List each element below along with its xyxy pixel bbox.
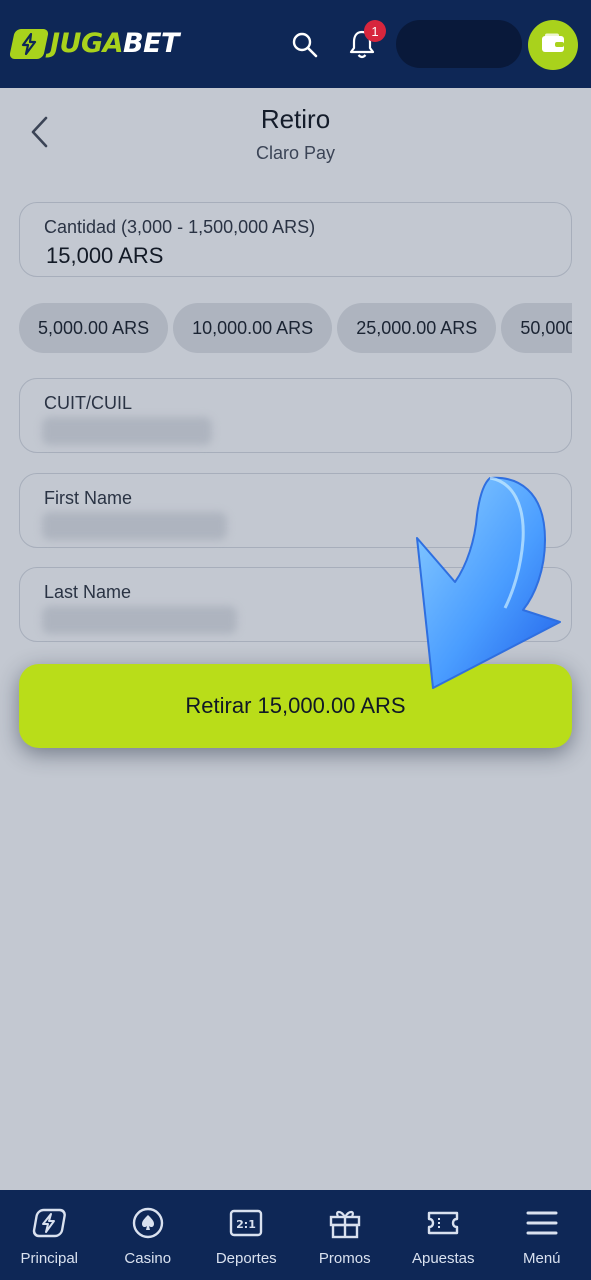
odds-icon: 2:1 bbox=[229, 1206, 263, 1240]
nav-item-principal[interactable]: Principal bbox=[0, 1190, 99, 1280]
nav-item-casino[interactable]: Casino bbox=[99, 1190, 198, 1280]
nav-label: Casino bbox=[124, 1250, 172, 1267]
first-name-label: First Name bbox=[44, 488, 133, 508]
logo-text-bet: BET bbox=[123, 28, 179, 59]
wallet-icon bbox=[541, 33, 565, 58]
lightning-icon bbox=[8, 28, 50, 59]
notification-badge: 1 bbox=[364, 20, 386, 42]
cuit-field[interactable]: CUIT/CUIL bbox=[19, 378, 572, 453]
svg-text:2:1: 2:1 bbox=[236, 1218, 256, 1231]
cuit-value-redacted[interactable] bbox=[42, 417, 212, 445]
nav-label: Apuestas bbox=[411, 1250, 475, 1267]
quick-amount-chip[interactable]: 10,000.00 ARS bbox=[173, 303, 333, 353]
logo-text-juga: JUGA bbox=[50, 28, 124, 59]
nav-item-deportes[interactable]: 2:1 Deportes bbox=[197, 1190, 296, 1280]
bottom-nav: Principal Casino 2:1 Deportes Promos Apu… bbox=[0, 1190, 591, 1280]
amount-value[interactable]: 15,000 ARS bbox=[46, 243, 163, 269]
nav-label: Menú bbox=[522, 1250, 561, 1267]
wallet-button[interactable] bbox=[528, 20, 578, 70]
page-subtitle: Claro Pay bbox=[255, 143, 336, 163]
last-name-label: Last Name bbox=[44, 582, 132, 602]
quick-amount-chip[interactable]: 5,000.00 ARS bbox=[19, 303, 169, 353]
amount-label: Cantidad (3,000 - 1,500,000 ARS) bbox=[44, 217, 316, 237]
first-name-value-redacted[interactable] bbox=[42, 512, 227, 540]
nav-item-apuestas[interactable]: Apuestas bbox=[394, 1190, 493, 1280]
top-header: JUGA BET 1 bbox=[0, 0, 591, 88]
quick-amounts: 5,000.00 ARS 10,000.00 ARS 25,000.00 ARS 50… bbox=[19, 303, 572, 353]
last-name-value-redacted[interactable] bbox=[42, 606, 237, 634]
jugabet-logo[interactable]: JUGA BET bbox=[8, 28, 179, 59]
amount-field[interactable]: Cantidad (3,000 - 1,500,000 ARS) 15,000 … bbox=[19, 202, 572, 277]
nav-label: Deportes bbox=[215, 1250, 277, 1267]
page-title: Retiro bbox=[260, 104, 331, 134]
ticket-icon bbox=[426, 1206, 460, 1240]
nav-label: Principal bbox=[20, 1250, 79, 1267]
cuit-label: CUIT/CUIL bbox=[44, 393, 133, 413]
quick-amount-chip[interactable]: 25,000.00 ARS bbox=[337, 303, 497, 353]
nav-item-promos[interactable]: Promos bbox=[296, 1190, 395, 1280]
quick-amount-chip[interactable]: 50,000.00 ARS bbox=[501, 303, 572, 353]
menu-icon bbox=[525, 1206, 559, 1240]
pointer-arrow-icon bbox=[405, 470, 570, 695]
gift-icon bbox=[328, 1206, 362, 1240]
balance-pill[interactable] bbox=[396, 20, 522, 68]
nav-item-menu[interactable]: Menú bbox=[493, 1190, 591, 1280]
spade-icon bbox=[131, 1206, 165, 1240]
search-icon[interactable] bbox=[290, 30, 320, 60]
nav-label: Promos bbox=[318, 1250, 371, 1267]
lightning-icon bbox=[32, 1206, 67, 1240]
